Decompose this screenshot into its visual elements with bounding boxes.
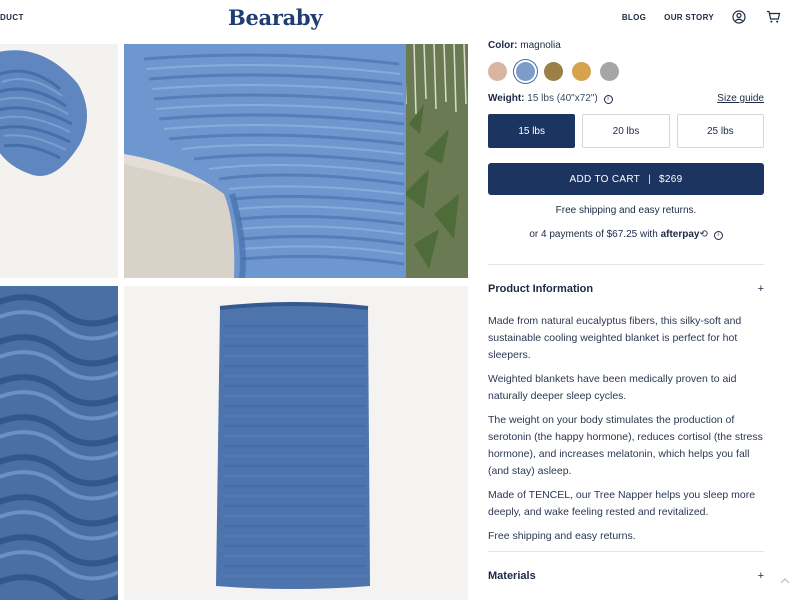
info-paragraph: Free shipping and easy returns.	[488, 530, 636, 542]
color-swatches	[488, 62, 619, 81]
price: $269	[659, 173, 683, 185]
color-value: magnolia	[520, 40, 561, 51]
installment-note: or 4 payments of $67.25 with afterpay⟲ i	[488, 229, 764, 240]
info-paragraph: The weight on your body stimulates the p…	[488, 414, 763, 477]
swatch-mustard[interactable]	[572, 62, 591, 81]
info-paragraph: Made from natural eucalyptus fibers, thi…	[488, 315, 742, 361]
weight-value: 15 lbs (40"x72")	[527, 93, 598, 104]
weight-option-20[interactable]: 20 lbs	[582, 114, 670, 148]
divider	[488, 264, 764, 265]
swatch-blue[interactable]	[516, 62, 535, 81]
info-paragraph: Made of TENCEL, our Tree Napper helps yo…	[488, 489, 756, 518]
info-icon[interactable]: i	[603, 95, 613, 104]
color-label: Color:	[488, 40, 518, 51]
weight-selector-label: Weight: 15 lbs (40"x72") i Size guide	[488, 93, 764, 104]
afterpay-info-icon[interactable]: i	[713, 231, 723, 240]
swatch-olive[interactable]	[544, 62, 563, 81]
info-paragraph: Weighted blankets have been medically pr…	[488, 373, 737, 402]
shipping-note: Free shipping and easy returns.	[555, 205, 697, 216]
gallery-image-blanket-on-chair[interactable]	[124, 44, 468, 278]
swatch-grey[interactable]	[600, 62, 619, 81]
product-gallery	[0, 40, 468, 600]
account-icon[interactable]	[730, 8, 748, 26]
cart-icon[interactable]	[764, 8, 782, 26]
afterpay-logo: afterpay	[660, 229, 700, 240]
brand-logo[interactable]: Bearaby	[228, 5, 322, 30]
header-nav: BLOG OUR STORY	[622, 8, 782, 26]
nav-link-our-story[interactable]: OUR STORY	[664, 13, 714, 22]
size-guide-link[interactable]: Size guide	[717, 93, 764, 104]
weight-label: Weight:	[488, 93, 525, 104]
weight-option-25[interactable]: 25 lbs	[676, 114, 764, 148]
nav-link-blog[interactable]: BLOG	[622, 13, 646, 22]
accordion-title: Materials	[488, 570, 536, 582]
gallery-image-rolled-blanket[interactable]	[0, 44, 118, 278]
accordion-product-information[interactable]: Product Information +	[488, 279, 764, 299]
installment-text: or 4 payments of $67.25 with	[529, 229, 658, 240]
accordion-materials[interactable]: Materials +	[488, 566, 764, 586]
separator: |	[648, 173, 651, 185]
scroll-to-top-icon[interactable]	[780, 577, 790, 588]
expand-icon: +	[757, 283, 764, 295]
nav-link-product[interactable]: DUCT	[0, 13, 24, 22]
gallery-image-knit-closeup[interactable]	[0, 286, 118, 600]
accordion-title: Product Information	[488, 283, 594, 295]
weight-options: 15 lbs 20 lbs 25 lbs	[488, 114, 764, 148]
site-header: DUCT Bearaby BLOG OUR STORY	[0, 0, 800, 40]
gallery-image-flat-blanket[interactable]	[124, 286, 468, 600]
add-to-cart-button[interactable]: ADD TO CART | $269	[488, 163, 764, 195]
divider	[488, 551, 764, 552]
afterpay-symbol: ⟲	[699, 229, 708, 240]
add-to-cart-label: ADD TO CART	[569, 173, 641, 185]
color-selector-label: Color: magnolia	[488, 40, 561, 51]
swatch-sand[interactable]	[488, 62, 507, 81]
weight-option-15[interactable]: 15 lbs	[488, 114, 576, 148]
product-information-content: Made from natural eucalyptus fibers, thi…	[488, 313, 764, 552]
expand-icon: +	[757, 570, 764, 582]
